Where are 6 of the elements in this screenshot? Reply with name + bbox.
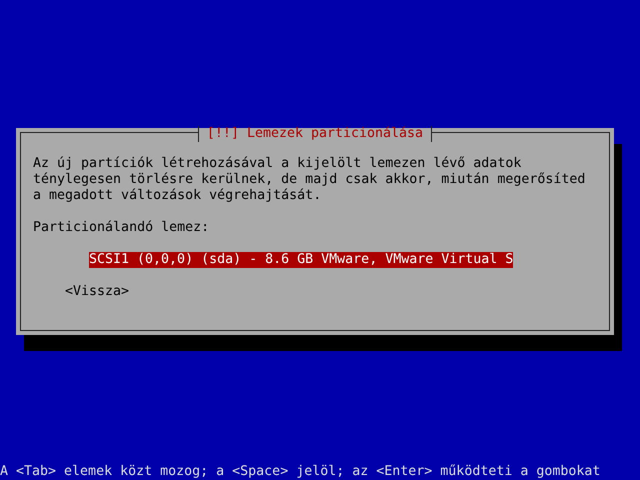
back-button[interactable]: <Vissza> [65,284,130,300]
prompt-label: Particionálandó lemez: [33,220,210,236]
message-text: Az új partíciók létrehozásával a kijelölt lemezen lévő adatok ténylegesen törlésre kerülnek, de majd csak akkor, miután megerősíted a megadott változások végrehajtását. [33,156,586,204]
disk-list-item[interactable]: SCSI1 (0,0,0) (sda) - 8.6 GB VMware, VMware Virtual S [89,252,514,268]
help-line: A <Tab> elemek közt mozog; a <Space> jelöl; az <Enter> működteti a gombokat [0,464,602,480]
dialog-title: [!!] Lemezek particionálása [198,126,432,142]
